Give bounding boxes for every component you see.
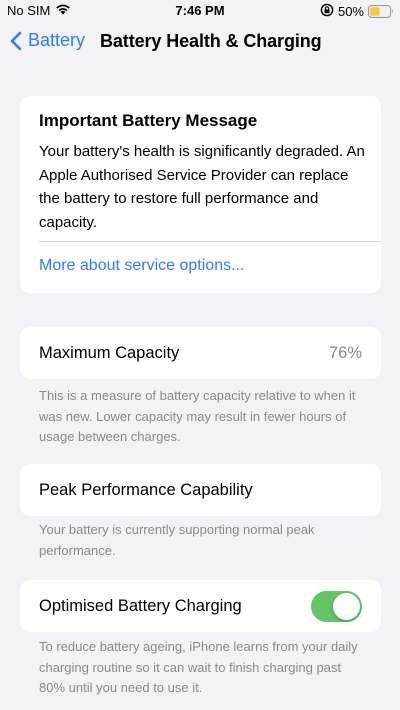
optimised-charging-footnote: To reduce battery ageing, iPhone learns …: [39, 639, 358, 695]
orientation-lock-icon: [320, 3, 334, 20]
status-bar: No SIM 7:46 PM 50%: [0, 0, 400, 22]
battery-message-card: Important Battery Message Your battery's…: [20, 96, 381, 293]
maximum-capacity-row: Maximum Capacity 76%: [20, 327, 381, 379]
message-title: Important Battery Message: [39, 111, 258, 130]
optimised-charging-label: Optimised Battery Charging: [39, 597, 242, 615]
message-body: Your battery's health is significantly d…: [39, 143, 365, 231]
navigation-bar: Battery Battery Health & Charging: [0, 22, 400, 62]
maximum-capacity-label: Maximum Capacity: [39, 344, 180, 362]
peak-performance-row: Peak Performance Capability: [20, 464, 381, 516]
status-right: 50%: [320, 3, 394, 20]
peak-performance-label: Peak Performance Capability: [39, 481, 253, 499]
divider: [39, 241, 381, 242]
chevron-left-icon: [10, 31, 22, 50]
toggle-knob: [333, 593, 360, 620]
back-button[interactable]: Battery: [10, 30, 85, 51]
maximum-capacity-value: 76%: [328, 344, 362, 362]
battery-icon: [368, 5, 394, 18]
optimised-charging-row: Optimised Battery Charging: [20, 580, 381, 632]
maximum-capacity-footnote: This is a measure of battery capacity re…: [39, 388, 356, 444]
peak-performance-footnote: Your battery is currently supporting nor…: [39, 522, 315, 558]
optimised-charging-toggle[interactable]: [311, 591, 362, 622]
service-options-link[interactable]: More about service options...: [39, 257, 244, 275]
page-title: Battery Health & Charging: [100, 31, 322, 51]
back-label: Battery: [28, 30, 86, 50]
battery-percent: 50%: [337, 4, 364, 19]
